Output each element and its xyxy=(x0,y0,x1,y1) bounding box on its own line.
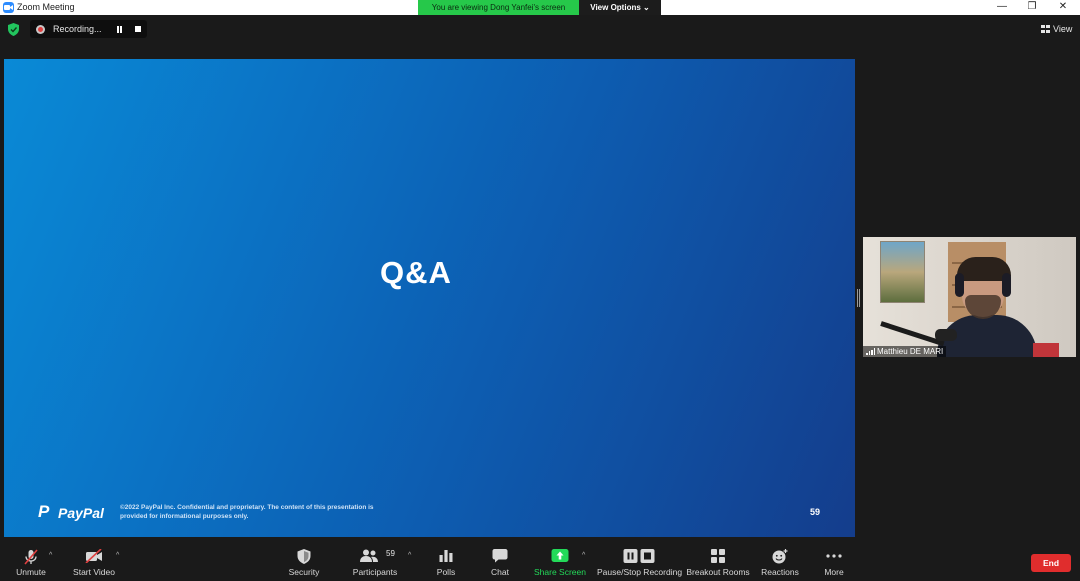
restore-button[interactable]: ❐ xyxy=(1015,0,1049,15)
reactions-emoji-icon xyxy=(772,549,788,564)
audio-options-caret-icon[interactable]: ^ xyxy=(49,552,52,559)
pause-stop-recording-icon xyxy=(623,549,655,563)
share-screen-label: Share Screen xyxy=(534,567,586,577)
slide-title: Q&A xyxy=(380,255,452,290)
zoom-window: Zoom Meeting You are viewing Dong Yanfei… xyxy=(0,0,1080,581)
breakout-rooms-button[interactable]: Breakout Rooms xyxy=(686,542,750,581)
wall-poster xyxy=(880,241,925,303)
shared-screen: Q&A P PayPal ©2022 PayPal Inc. Confident… xyxy=(4,59,855,537)
chat-bubble-icon xyxy=(492,549,508,563)
slide-footer-note: ©2022 PayPal Inc. Confidential and propr… xyxy=(120,504,420,521)
chat-button[interactable]: Chat xyxy=(484,542,516,581)
zoom-app-icon xyxy=(3,2,14,13)
security-button[interactable]: Security xyxy=(284,542,324,581)
view-options-button[interactable]: View Options ⌄ xyxy=(579,0,661,15)
view-label: View xyxy=(1053,24,1073,34)
unmute-button[interactable]: Unmute xyxy=(8,542,54,581)
meeting-toolbar: Unmute ^ Start Video ^ Security Particip… xyxy=(0,542,1080,581)
recording-indicator: Recording... xyxy=(30,20,147,38)
headphone-left xyxy=(955,273,964,297)
participant-name-tag: Matthieu DE MARI xyxy=(863,346,947,357)
start-video-button[interactable]: Start Video xyxy=(70,542,118,581)
view-grid-icon xyxy=(1041,25,1050,33)
reactions-label: Reactions xyxy=(761,567,799,577)
unmute-label: Unmute xyxy=(16,567,46,577)
share-screen-button[interactable]: Share Screen xyxy=(533,542,587,581)
paypal-wordmark: PayPal xyxy=(58,505,104,521)
chat-label: Chat xyxy=(491,567,509,577)
microphone xyxy=(935,329,957,341)
share-options-caret-icon[interactable]: ^ xyxy=(582,552,585,559)
slide-footer-line-2: provided for informational purposes only… xyxy=(120,512,249,520)
stop-recording-icon[interactable] xyxy=(135,26,141,32)
pause-stop-recording-label: Pause/Stop Recording xyxy=(597,567,683,577)
breakout-rooms-label: Breakout Rooms xyxy=(686,567,750,577)
headphone-right xyxy=(1002,273,1011,297)
breakout-rooms-icon xyxy=(711,549,725,563)
participants-icon xyxy=(360,549,378,562)
window-title: Zoom Meeting xyxy=(17,2,75,12)
polls-button[interactable]: Polls xyxy=(430,542,462,581)
recording-dot-icon xyxy=(36,25,45,34)
title-bar: Zoom Meeting You are viewing Dong Yanfei… xyxy=(0,0,1080,15)
security-shield-icon xyxy=(297,549,311,564)
participant-video-tile[interactable]: Matthieu DE MARI xyxy=(863,237,1076,357)
participants-label: Participants xyxy=(352,567,398,577)
participants-count: 59 xyxy=(386,549,395,558)
participants-button[interactable]: Participants xyxy=(350,542,400,581)
start-video-label: Start Video xyxy=(73,567,115,577)
minimize-button[interactable]: — xyxy=(985,0,1019,15)
slide-page-number: 59 xyxy=(810,507,821,517)
video-options-caret-icon[interactable]: ^ xyxy=(116,552,119,559)
polls-icon xyxy=(439,550,453,562)
desk-object xyxy=(1033,343,1059,357)
pause-stop-recording-button[interactable]: Pause/Stop Recording xyxy=(597,542,683,581)
end-meeting-button[interactable]: End xyxy=(1031,554,1071,572)
pause-recording-icon[interactable] xyxy=(116,26,123,33)
viewing-screen-banner: You are viewing Dong Yanfei's screen xyxy=(418,0,579,15)
microphone-muted-icon xyxy=(24,549,38,565)
encryption-shield-icon[interactable] xyxy=(8,23,19,36)
reactions-button[interactable]: Reactions xyxy=(758,542,802,581)
paypal-logo-mark: P xyxy=(38,502,50,521)
share-screen-arrow-icon xyxy=(551,549,569,562)
security-label: Security xyxy=(288,567,320,577)
close-button[interactable]: ✕ xyxy=(1046,0,1080,15)
participant-name: Matthieu DE MARI xyxy=(877,347,944,356)
polls-label: Polls xyxy=(436,567,456,577)
participants-caret-icon[interactable]: ^ xyxy=(408,552,411,559)
more-dots-icon xyxy=(826,554,842,558)
panel-resize-handle[interactable] xyxy=(857,289,860,307)
slide-footer-line-1: ©2022 PayPal Inc. Confidential and propr… xyxy=(120,504,374,511)
video-off-icon xyxy=(85,549,102,563)
connection-strength-icon xyxy=(866,348,875,355)
more-label: More xyxy=(824,567,844,577)
more-button[interactable]: More xyxy=(818,542,850,581)
recording-label: Recording... xyxy=(53,24,102,34)
view-button[interactable]: View xyxy=(1041,22,1072,36)
